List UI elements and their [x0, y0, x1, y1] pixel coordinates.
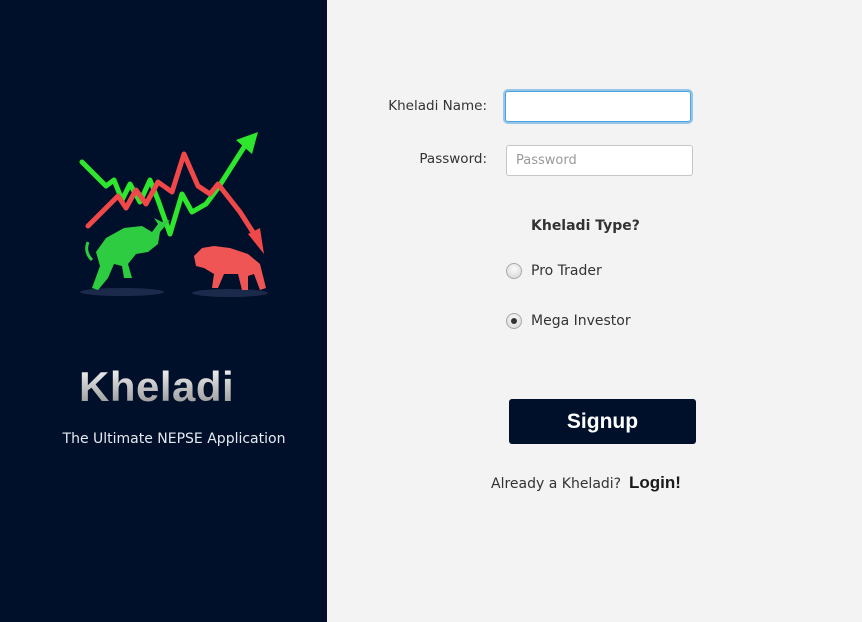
radio-label: Mega Investor [531, 313, 631, 329]
branding-panel: Kheladi The Ultimate NEPSE Application [0, 0, 327, 622]
kheladi-name-input[interactable] [505, 91, 691, 122]
radio-pro-trader[interactable]: Pro Trader [506, 263, 602, 279]
login-link[interactable]: Login! [629, 473, 681, 493]
password-input[interactable] [506, 145, 693, 176]
app-tagline: The Ultimate NEPSE Application [62, 431, 286, 447]
bull-bear-market-icon [79, 132, 268, 297]
radio-mega-investor[interactable]: Mega Investor [506, 313, 631, 329]
signup-button[interactable]: Signup [509, 399, 696, 444]
kheladi-type-heading: Kheladi Type? [531, 218, 640, 234]
radio-circle-selected-icon[interactable] [506, 313, 522, 329]
name-label: Kheladi Name: [388, 98, 487, 114]
app-brand-name: Kheladi [79, 363, 235, 410]
password-label: Password: [419, 151, 487, 167]
radio-label: Pro Trader [531, 263, 602, 279]
already-member-text: Already a Kheladi? [491, 476, 622, 492]
radio-circle-icon[interactable] [506, 263, 522, 279]
